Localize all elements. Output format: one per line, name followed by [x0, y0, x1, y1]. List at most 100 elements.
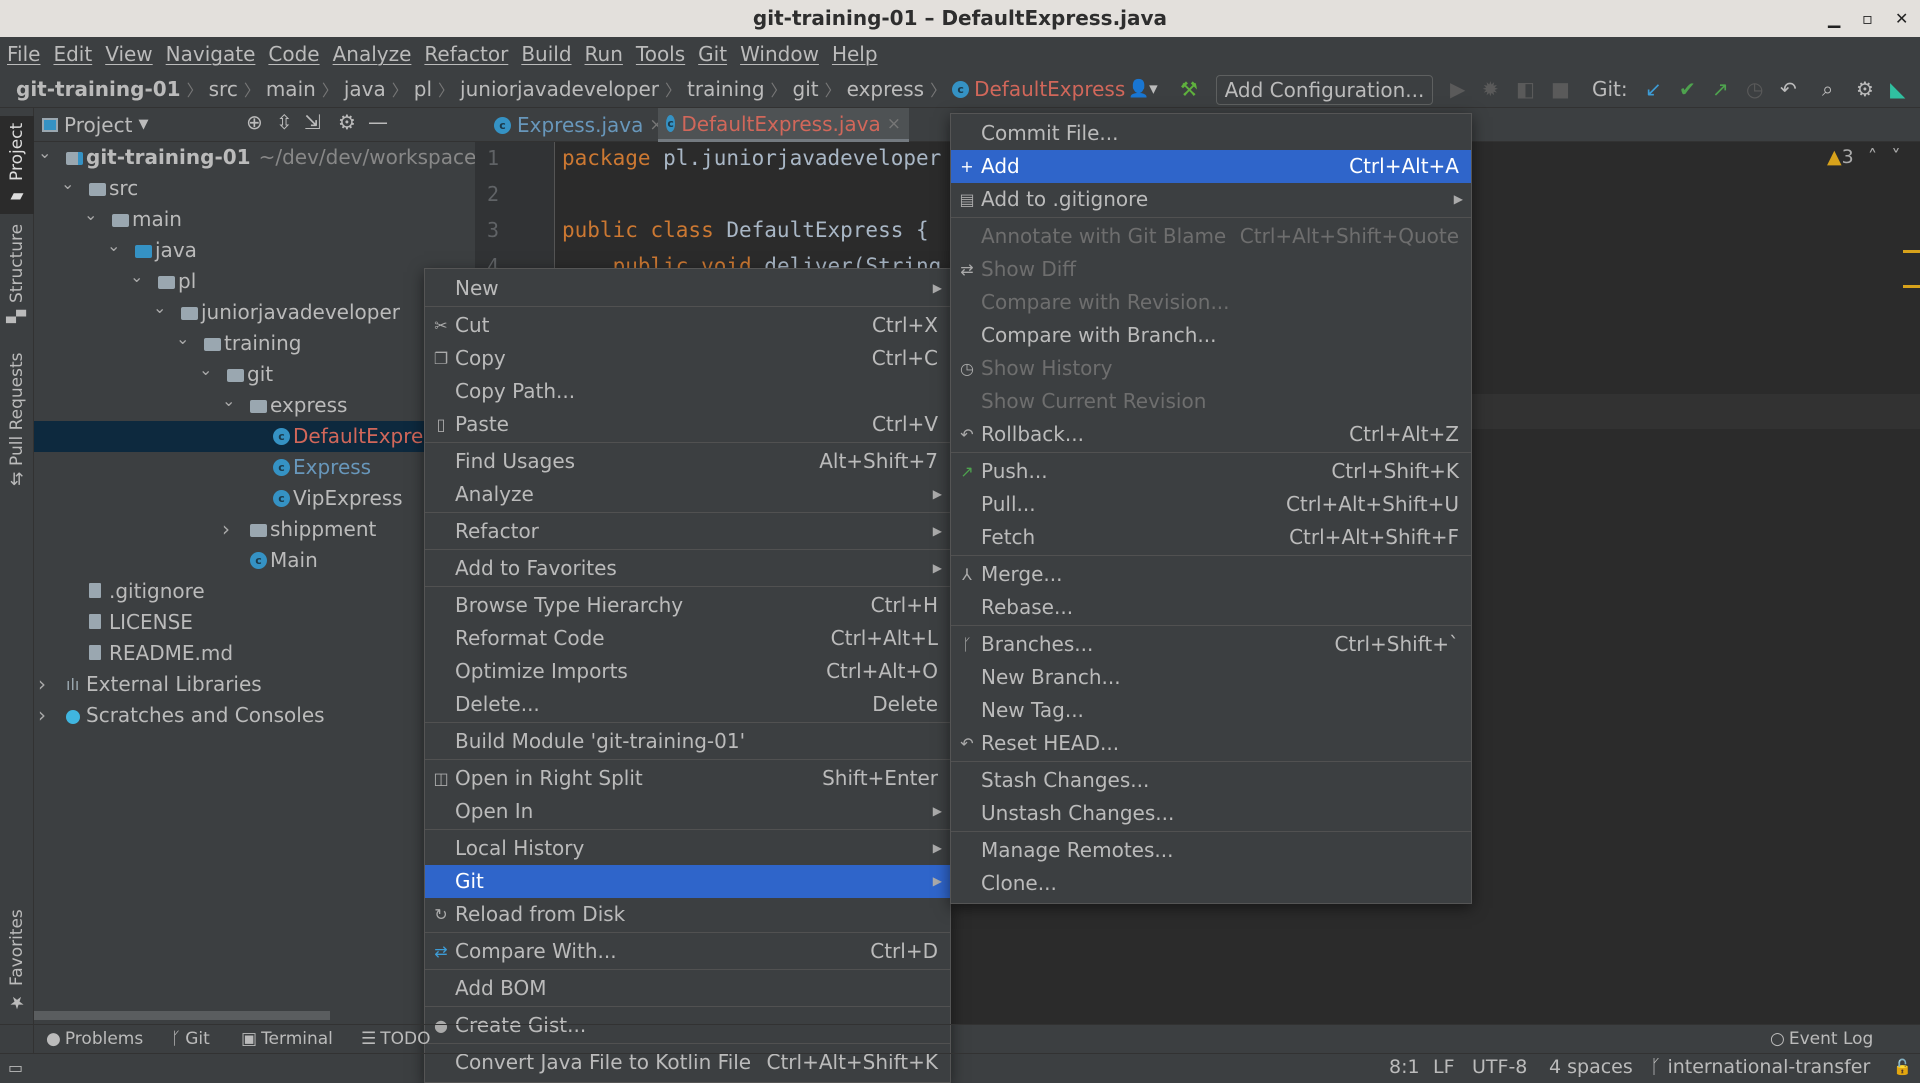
gear-icon[interactable]: ⚙ [338, 110, 356, 134]
git-menu-item-compare-with-branch[interactable]: Compare with Branch... [951, 319, 1471, 352]
context-menu-item-open-in-right-split[interactable]: ◫ Open in Right Split Shift+Enter [425, 762, 950, 795]
breadcrumb-item[interactable]: git-training-01 [16, 77, 181, 101]
git-update-icon[interactable]: ↙ [1645, 74, 1662, 104]
breadcrumb-item[interactable]: src [209, 77, 238, 101]
tree-item[interactable]: c Main [34, 545, 475, 576]
tree-item[interactable]: ⌄ java [34, 235, 475, 266]
context-menu-item-analyze[interactable]: Analyze ▶ [425, 478, 950, 511]
context-menu-item-delete[interactable]: Delete... Delete [425, 688, 950, 721]
context-menu-item-open-in[interactable]: Open In ▶ [425, 795, 950, 828]
git-menu-item-clone[interactable]: Clone... [951, 867, 1471, 900]
tree-item[interactable]: README.md [34, 638, 475, 669]
git-menu-item-add-to-gitignore[interactable]: ▤ Add to .gitignore ▶ [951, 183, 1471, 216]
git-menu-item-new-tag[interactable]: New Tag... [951, 694, 1471, 727]
context-menu-item-build-module-git-training-01[interactable]: Build Module 'git-training-01' [425, 725, 950, 758]
chevron-down-icon[interactable]: ⌄ [61, 168, 74, 199]
git-menu-item-show-history[interactable]: ◷ Show History [951, 352, 1471, 385]
chevron-up-icon[interactable]: ˄ [1868, 146, 1878, 168]
tree-item[interactable]: ⌄ juniorjavadeveloper [34, 297, 475, 328]
tree-item[interactable]: c VipExpress [34, 483, 475, 514]
menu-file[interactable]: File [7, 42, 40, 66]
tree-item[interactable]: ⌄ pl [34, 266, 475, 297]
git-commit-icon[interactable]: ✔ [1679, 74, 1696, 104]
git-menu-item-stash-changes[interactable]: Stash Changes... [951, 764, 1471, 797]
chevron-down-icon[interactable]: ⌄ [176, 323, 189, 354]
event-log-button[interactable]: ○ Event Log [1770, 1025, 1873, 1054]
context-menu-item-compare-with[interactable]: ⇄ Compare With... Ctrl+D [425, 935, 950, 968]
git-branch-widget[interactable]: ᚴ international-transfer [1650, 1054, 1870, 1081]
breadcrumb-item[interactable]: pl [414, 77, 432, 101]
chevron-down-icon[interactable]: ⌄ [38, 137, 51, 168]
menu-analyze[interactable]: Analyze [333, 42, 412, 66]
user-icon[interactable]: 👤▾ [1128, 74, 1158, 104]
menu-view[interactable]: View [105, 42, 152, 66]
tool-problems[interactable]: ● Problems [46, 1025, 143, 1054]
git-menu-item-annotate-with-git-blame[interactable]: Annotate with Git Blame Ctrl+Alt+Shift+Qu… [951, 220, 1471, 253]
tool-git[interactable]: ᚴ Git [171, 1025, 210, 1054]
git-menu-item-pull[interactable]: Pull... Ctrl+Alt+Shift+U [951, 488, 1471, 521]
gear-icon[interactable]: ⚙ [1856, 74, 1874, 104]
tree-item[interactable]: ⌄ src [34, 173, 475, 204]
close-icon[interactable]: × [887, 114, 901, 134]
tree-item[interactable]: .gitignore [34, 576, 475, 607]
tree-item[interactable]: ⌄ main [34, 204, 475, 235]
menu-help[interactable]: Help [832, 42, 878, 66]
build-hammer-icon[interactable]: ⚒ [1180, 74, 1198, 104]
project-view-selector[interactable]: Project [64, 113, 132, 137]
toggle-tool-windows-icon[interactable]: ▭ [8, 1054, 23, 1081]
lock-icon[interactable]: 🔓 [1893, 1054, 1912, 1081]
git-menu-item-fetch[interactable]: Fetch Ctrl+Alt+Shift+F [951, 521, 1471, 554]
close-button[interactable]: ✕ [1895, 0, 1908, 37]
toolbox-logo-icon[interactable]: ◣ [1890, 74, 1905, 104]
git-menu-item-reset-head[interactable]: ↶ Reset HEAD... [951, 727, 1471, 760]
context-menu-item-copy-path[interactable]: Copy Path... [425, 375, 950, 408]
menu-code[interactable]: Code [268, 42, 319, 66]
git-menu-item-commit-file[interactable]: Commit File... [951, 117, 1471, 150]
chevron-right-icon[interactable]: › [38, 700, 46, 731]
context-menu-item-git[interactable]: Git ▶ [425, 865, 950, 898]
chevron-down-icon[interactable]: ⌄ [84, 199, 97, 230]
tool-tab-pull-requests[interactable]: ⇆ Pull Requests [0, 352, 34, 486]
context-menu-item-find-usages[interactable]: Find Usages Alt+Shift+7 [425, 445, 950, 478]
menu-build[interactable]: Build [521, 42, 571, 66]
coverage-icon[interactable]: ◧ [1516, 74, 1535, 104]
breadcrumb-item[interactable]: juniorjavadeveloper [460, 77, 659, 101]
context-menu-item-browse-type-hierarchy[interactable]: Browse Type Hierarchy Ctrl+H [425, 589, 950, 622]
context-menu-item-reload-from-disk[interactable]: ↻ Reload from Disk [425, 898, 950, 931]
context-menu-item-cut[interactable]: ✂ Cut Ctrl+X [425, 309, 950, 342]
warning-stripe-mark[interactable] [1903, 285, 1920, 288]
context-menu-item-local-history[interactable]: Local History ▶ [425, 832, 950, 865]
chevron-down-icon[interactable]: ⌄ [130, 261, 143, 292]
chevron-down-icon[interactable]: ⌄ [222, 385, 235, 416]
tree-item[interactable]: c DefaultExpress [34, 421, 475, 452]
git-menu-item-show-diff[interactable]: ⇄ Show Diff [951, 253, 1471, 286]
tree-item[interactable]: › Scratches and Consoles [34, 700, 475, 731]
git-history-icon[interactable]: ◷ [1746, 74, 1763, 104]
expand-all-icon[interactable]: ⇳ [276, 110, 293, 134]
breadcrumb-item[interactable]: training [687, 77, 764, 101]
chevron-down-icon[interactable]: ⌄ [107, 230, 120, 261]
git-menu-item-unstash-changes[interactable]: Unstash Changes... [951, 797, 1471, 830]
run-icon[interactable]: ▶ [1450, 74, 1465, 104]
tree-item[interactable]: ⌄ training [34, 328, 475, 359]
editor-tab[interactable]: c DefaultExpress.java × [658, 108, 909, 142]
menu-run[interactable]: Run [585, 42, 623, 66]
horizontal-scrollbar[interactable] [34, 1011, 330, 1020]
git-menu-item-push[interactable]: ↗ Push... Ctrl+Shift+K [951, 455, 1471, 488]
menu-navigate[interactable]: Navigate [166, 42, 256, 66]
git-menu-item-compare-with-revision[interactable]: Compare with Revision... [951, 286, 1471, 319]
breadcrumb-item[interactable]: git [793, 77, 819, 101]
tree-item[interactable]: LICENSE [34, 607, 475, 638]
chevron-down-icon[interactable]: ▼ [138, 117, 148, 132]
git-menu-item-manage-remotes[interactable]: Manage Remotes... [951, 834, 1471, 867]
tool-terminal[interactable]: ▣ Terminal [241, 1025, 333, 1054]
git-menu-item-add[interactable]: + Add Ctrl+Alt+A [951, 150, 1471, 183]
menu-tools[interactable]: Tools [636, 42, 685, 66]
context-menu-item-add-bom[interactable]: Add BOM [425, 972, 950, 1005]
tree-item[interactable]: ⌄ git [34, 359, 475, 390]
breadcrumb-item[interactable]: main [266, 77, 316, 101]
breadcrumb-item[interactable]: express [847, 77, 924, 101]
inspection-widget[interactable]: ▲3 ˄ ˅ [1827, 146, 1901, 168]
search-icon[interactable]: ⌕ [1822, 74, 1833, 104]
git-menu-item-branches[interactable]: ᚴ Branches... Ctrl+Shift+` [951, 628, 1471, 661]
